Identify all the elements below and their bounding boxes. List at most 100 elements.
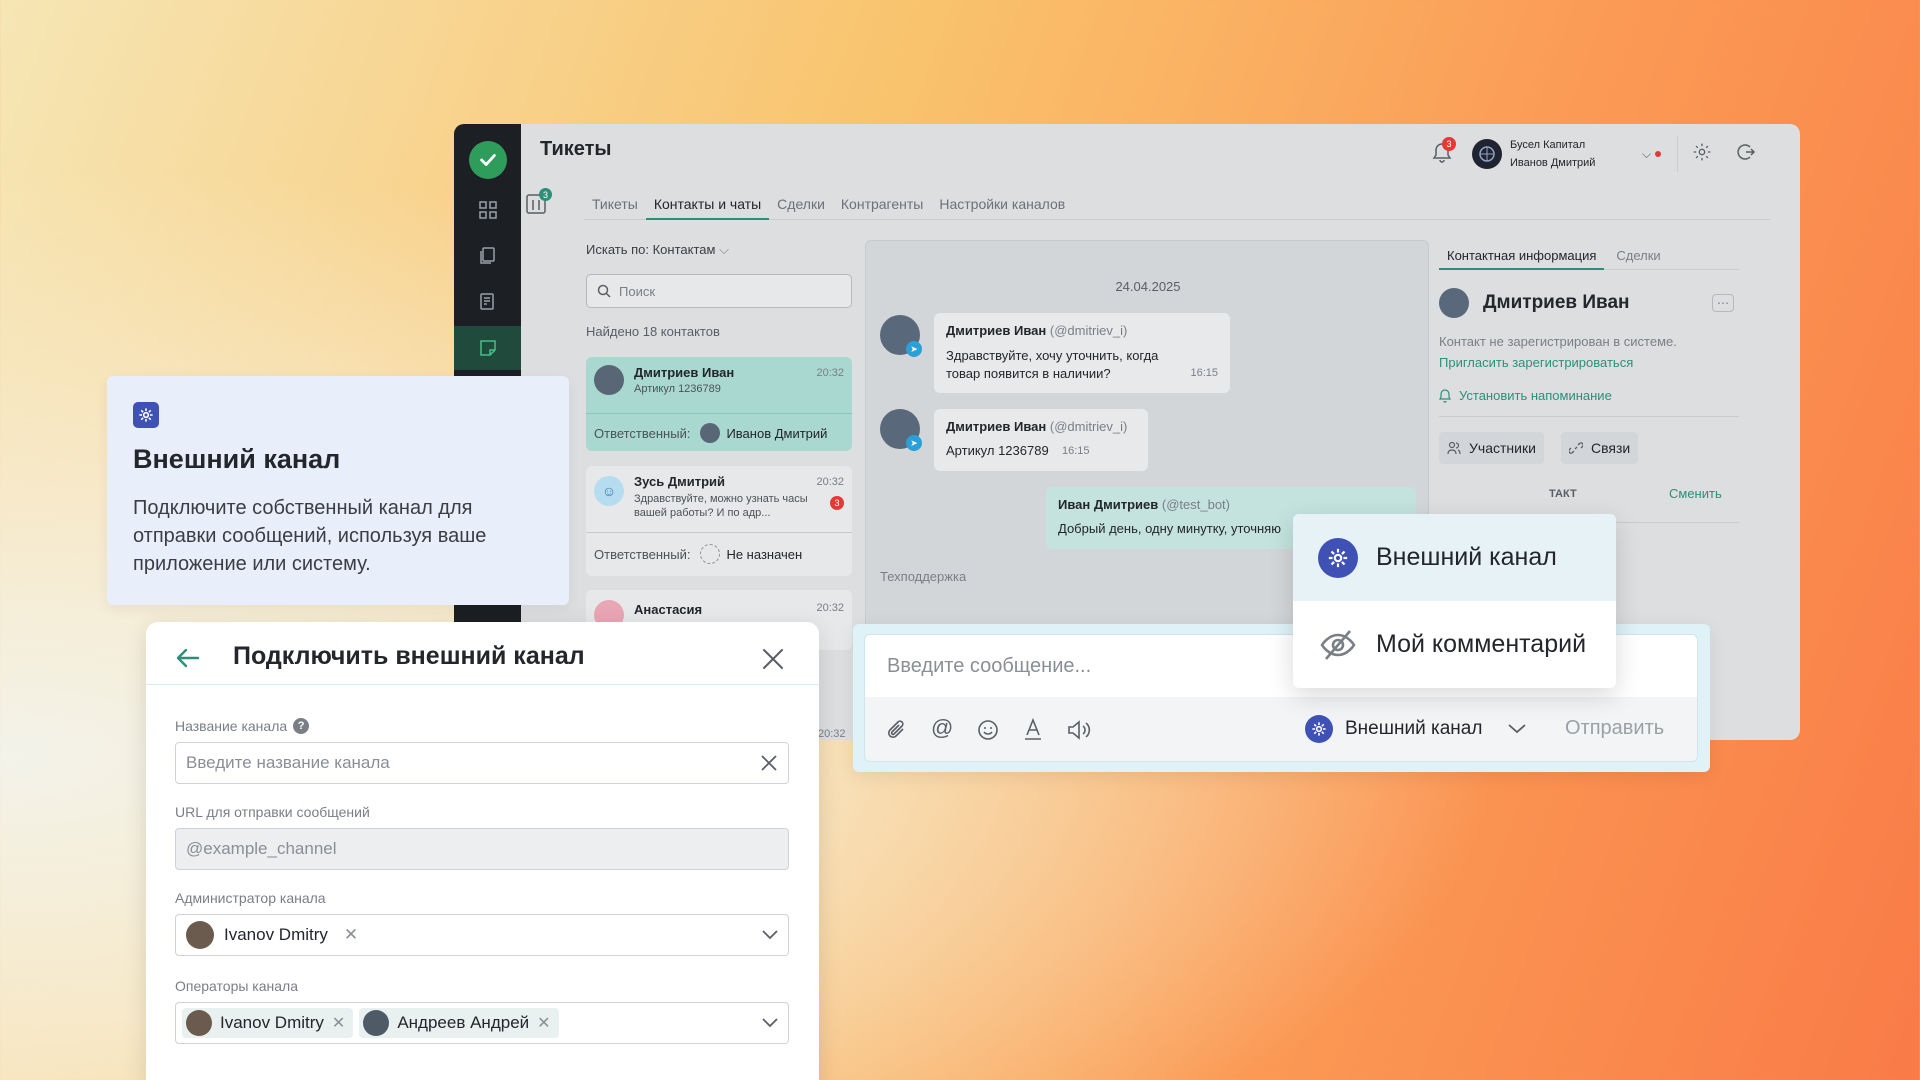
contact-time: 20:32: [816, 367, 844, 379]
search-by-label: Искать по: Контактам: [586, 242, 716, 257]
audio-button[interactable]: [1067, 719, 1091, 746]
company-logo-icon: [1479, 146, 1495, 162]
contact-card[interactable]: ☺ Зусь Дмитрий Здравствуйте, можно узнат…: [586, 466, 852, 576]
remove-chip-icon[interactable]: ✕: [344, 925, 358, 945]
bell-icon: [1439, 388, 1451, 403]
report-icon: [479, 293, 494, 310]
company-avatar: [1472, 139, 1502, 169]
link-icon: [1569, 442, 1583, 454]
logout-icon: [1737, 143, 1756, 160]
not-registered-text: Контакт не зарегистрирован в системе.: [1439, 334, 1677, 349]
url-input[interactable]: @example_channel: [175, 828, 789, 870]
contact-type-label: ТАКТ: [1549, 488, 1577, 500]
avatar: [1439, 288, 1469, 318]
rail-item-reports[interactable]: [454, 280, 521, 324]
logout-button[interactable]: [1736, 142, 1756, 167]
notifications-button[interactable]: 3: [1432, 137, 1456, 166]
tab-tickets[interactable]: Тикеты: [584, 194, 646, 220]
close-button[interactable]: [760, 646, 788, 674]
connect-channel-modal: Подключить внешний канал Название канала…: [146, 622, 819, 1080]
url-placeholder: @example_channel: [186, 839, 337, 858]
attach-button[interactable]: [887, 719, 907, 746]
remove-chip-icon[interactable]: ✕: [537, 1013, 550, 1033]
speaker-icon: [1068, 720, 1091, 740]
admin-chip-label: Ivanov Dmitry: [224, 925, 328, 944]
avatar: [186, 1010, 212, 1036]
reminder-link[interactable]: Установить напоминание: [1439, 388, 1612, 403]
admin-select[interactable]: Ivanov Dmitry ✕: [175, 914, 789, 956]
operator-chip-label: Ivanov Dmitry: [220, 1013, 324, 1032]
operators-select[interactable]: Ivanov Dmitry ✕ Андреев Андрей ✕: [175, 1002, 789, 1044]
format-button[interactable]: [1023, 717, 1043, 746]
clear-icon: [761, 755, 777, 771]
rail-item-dashboard[interactable]: [454, 188, 521, 232]
composer-toolbar: @ Внешний канал Отправить: [865, 697, 1697, 761]
contact-sub: Артикул 1236789: [634, 383, 721, 395]
remove-chip-icon[interactable]: ✕: [332, 1013, 345, 1033]
settings-button[interactable]: [1692, 142, 1712, 167]
responsible-row: Ответственный: Иванов Дмитрий: [594, 423, 827, 443]
tab-right-deals[interactable]: Сделки: [1604, 240, 1672, 269]
unread-badge: 3: [830, 496, 844, 510]
tab-deals[interactable]: Сделки: [769, 194, 833, 220]
chevron-down-icon[interactable]: ⌵: [1642, 147, 1651, 162]
eye-off-icon: [1320, 629, 1356, 660]
send-button[interactable]: Отправить: [1565, 717, 1664, 740]
gear-icon: [1305, 715, 1333, 743]
rail-item-documents[interactable]: [454, 234, 521, 278]
channel-name-input[interactable]: Введите название канала: [175, 742, 789, 784]
message-input[interactable]: Введите сообщение...: [887, 655, 1091, 678]
emoji-button[interactable]: [977, 719, 999, 746]
tab-channel-settings[interactable]: Настройки каналов: [931, 194, 1073, 220]
back-button[interactable]: [174, 644, 204, 674]
channel-selector[interactable]: Внешний канал: [1305, 713, 1527, 745]
participants-label: Участники: [1469, 440, 1536, 456]
mention-icon[interactable]: @: [931, 717, 953, 739]
change-link[interactable]: Сменить: [1669, 486, 1722, 501]
contact-name: Анастасия: [634, 602, 703, 617]
participants-button[interactable]: Участники: [1439, 432, 1544, 464]
contact-search-input[interactable]: Поиск: [586, 274, 852, 308]
contact-card[interactable]: Дмитриев Иван Артикул 1236789 20:32 Отве…: [586, 357, 852, 451]
gear-icon: [1693, 143, 1711, 160]
note-icon: [479, 340, 496, 356]
reminder-label: Установить напоминание: [1459, 388, 1612, 403]
filter-badge: 3: [539, 188, 552, 201]
responsible-label: Ответственный:: [594, 546, 691, 562]
text-format-icon: [1025, 717, 1041, 740]
message-time: 16:15: [1062, 445, 1090, 457]
operator-chip: Ivanov Dmitry ✕: [182, 1008, 354, 1038]
contact-preview: Здравствуйте, можно узнать часы вашей ра…: [634, 493, 808, 519]
divider: [586, 413, 852, 414]
filter-toggle[interactable]: 3: [526, 188, 552, 216]
message-bubble: Дмитриев Иван (@dmitriev_i) Артикул 1236…: [934, 409, 1148, 471]
responsible-name: Иванов Дмитрий: [726, 425, 828, 441]
search-by-select[interactable]: Искать по: Контактам ⌵: [586, 242, 729, 258]
invite-link[interactable]: Пригласить зарегистрироваться: [1439, 355, 1633, 370]
message-text: Добрый день, одну минутку, уточняю: [1058, 521, 1281, 536]
channel-name-label-row: Название канала ?: [175, 718, 310, 734]
more-icon[interactable]: ⋯: [1712, 294, 1734, 312]
account-switcher[interactable]: Бусел Капитал Иванов Дмитрий: [1510, 136, 1642, 172]
menu-item-my-comment[interactable]: Мой комментарий: [1293, 601, 1616, 688]
links-button[interactable]: Связи: [1561, 432, 1639, 464]
arrow-left-icon: [176, 648, 200, 668]
channel-dropdown-menu: Внешний канал Мой комментарий: [1293, 514, 1616, 688]
tab-counterparties[interactable]: Контрагенты: [833, 194, 931, 220]
chevron-down-icon: [762, 930, 778, 940]
tab-contact-info[interactable]: Контактная информация: [1439, 240, 1605, 270]
operator-chips: Ivanov Dmitry ✕ Андреев Андрей ✕: [182, 1008, 559, 1038]
telegram-icon: ➤: [906, 435, 922, 451]
rail-item-chats[interactable]: [454, 326, 521, 370]
message-handle: (@test_bot): [1161, 497, 1230, 512]
account-company: Бусел Капитал: [1510, 139, 1586, 151]
tab-contacts-chats[interactable]: Контакты и чаты: [645, 194, 770, 220]
url-label: URL для отправки сообщений: [175, 804, 370, 820]
divider: [1439, 416, 1739, 417]
help-icon[interactable]: ?: [293, 718, 310, 734]
menu-item-external-channel[interactable]: Внешний канал: [1293, 514, 1616, 601]
avatar: [363, 1010, 390, 1036]
avatar: [594, 365, 624, 395]
admin-chip: Ivanov Dmitry ✕: [186, 921, 358, 949]
app-logo[interactable]: [469, 141, 507, 179]
